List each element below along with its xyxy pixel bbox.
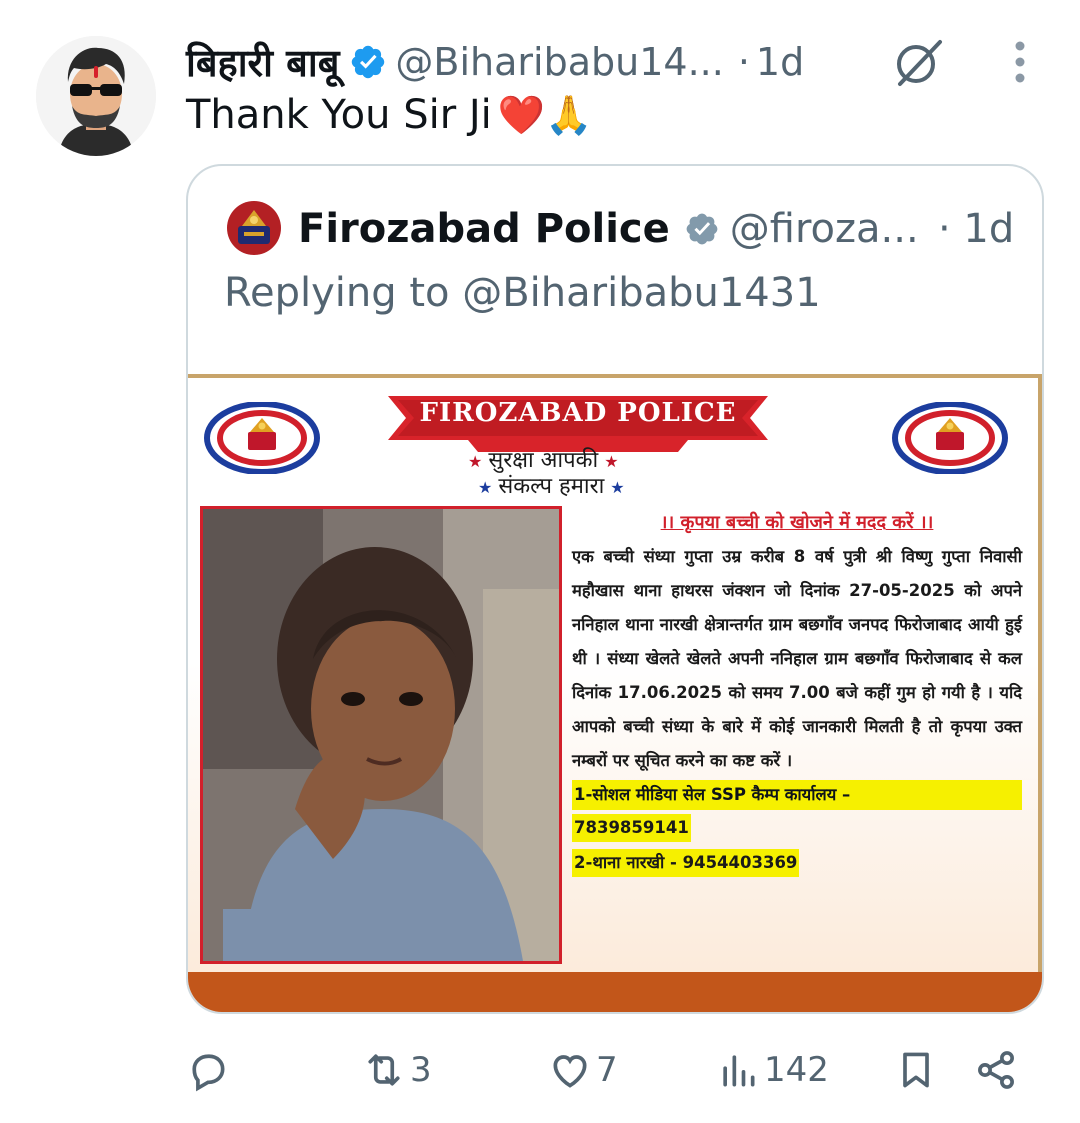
poster-right-border: [1038, 374, 1042, 974]
share-icon: [978, 1051, 1014, 1089]
missing-child-poster[interactable]: FIROZABAD POLICE ★ सुरक्षा आपकी ★ ★ संकल्प …: [188, 374, 1042, 1012]
replying-to-label[interactable]: Replying to @Biharibabu1431: [224, 270, 821, 316]
tweet-timestamp[interactable]: 1d: [756, 40, 804, 84]
reply-icon: [192, 1054, 225, 1092]
verified-badge-icon[interactable]: [349, 43, 387, 81]
bookmark-icon: [903, 1052, 929, 1088]
author-display-name[interactable]: बिहारी बाबू: [186, 36, 339, 88]
notice-text-block: ।। कृपया बच्ची को खोजने में मदद करें ।। …: [572, 510, 1022, 880]
notice-title: ।। कृपया बच्ची को खोजने में मदद करें ।।: [660, 512, 934, 533]
notice-body: एक बच्ची संध्या गुप्ता उम्र करीब 8 वर्ष …: [572, 547, 1022, 770]
quoted-tweet-header: Firozabad Police @firoza...: [298, 200, 919, 258]
like-count: 7: [596, 1050, 618, 1090]
up-police-logo-right: [892, 402, 1008, 474]
slogan2-text: संकल्प हमारा: [498, 474, 605, 499]
retweet-button[interactable]: 3: [362, 1040, 432, 1100]
quoted-tweet-card[interactable]: Firozabad Police @firoza... · 1d Replyin…: [186, 164, 1044, 1014]
views-count: 142: [764, 1050, 829, 1090]
dot-separator: ·: [737, 40, 750, 84]
gray-verified-badge-icon[interactable]: [684, 211, 720, 247]
views-chart-icon: [723, 1055, 755, 1087]
contact-line-1: 1-सोशल मीडिया सेल SSP कैम्प कार्यालय –: [572, 780, 1022, 810]
tweet-text: Thank You Sir Ji ❤️🙏: [186, 92, 592, 138]
retweet-count: 3: [410, 1050, 432, 1090]
reply-button[interactable]: [186, 1040, 234, 1100]
contact-line-2: 2-थाना नारखी - 9454403369: [572, 849, 800, 877]
up-police-logo-left: [204, 402, 320, 474]
share-button[interactable]: [974, 1040, 1018, 1100]
author-handle[interactable]: @Biharibabu14...: [395, 40, 723, 84]
quoted-author-display-name[interactable]: Firozabad Police: [298, 206, 670, 252]
poster-top-border: [188, 374, 1042, 378]
like-button[interactable]: 7: [548, 1040, 618, 1100]
quoted-tweet-timestamp[interactable]: · 1d: [938, 200, 1014, 258]
contact-number-1: 7839859141: [572, 814, 691, 842]
bookmark-button[interactable]: [894, 1040, 938, 1100]
poster-footer-band: [188, 972, 1042, 1012]
tweet-text-content: Thank You Sir Ji: [186, 92, 492, 138]
tweet-emojis: ❤️🙏: [497, 92, 593, 137]
heart-icon: [553, 1055, 587, 1088]
views-button[interactable]: 142: [716, 1040, 829, 1100]
missing-child-photo: [200, 506, 562, 964]
quoted-author-handle[interactable]: @firoza...: [730, 206, 919, 252]
grok-icon[interactable]: [888, 36, 948, 90]
poster-slogan-line2: ★ संकल्प हमारा ★: [478, 474, 625, 499]
tweet-header: बिहारी बाबू @Biharibabu14... · 1d: [186, 34, 804, 90]
poster-banner-title: FIROZABAD POLICE: [419, 398, 737, 428]
retweet-icon: [368, 1054, 400, 1086]
quoted-author-avatar[interactable]: [224, 198, 284, 258]
author-avatar[interactable]: [36, 36, 156, 156]
tweet-action-bar: 3 7 142: [186, 1040, 1046, 1100]
more-options-icon[interactable]: [1004, 40, 1036, 84]
